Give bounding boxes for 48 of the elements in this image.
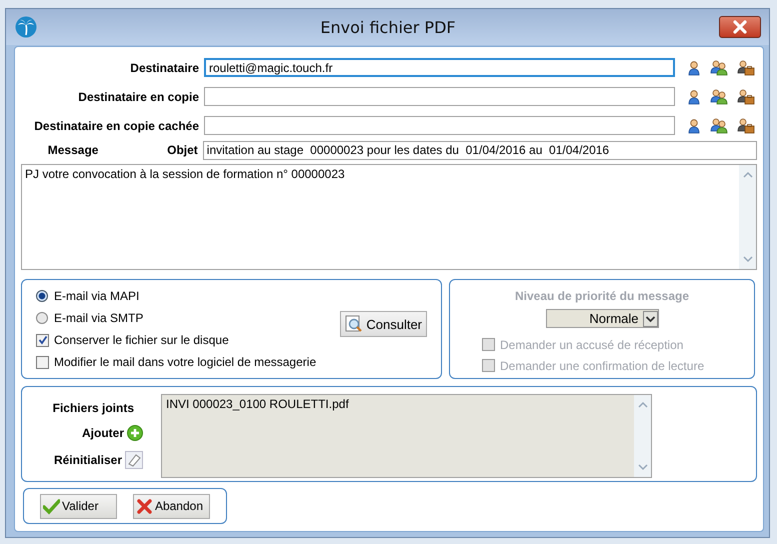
person-briefcase-icon[interactable] xyxy=(737,117,755,134)
person-icon[interactable] xyxy=(687,60,701,76)
person-icon[interactable] xyxy=(687,88,701,104)
message-body-field[interactable]: PJ votre convocation à la session de formation n° 00000023 xyxy=(21,164,757,270)
radio-label: E-mail via MAPI xyxy=(54,289,140,303)
radio-button[interactable] xyxy=(36,312,48,324)
field-label: Objet xyxy=(166,143,199,157)
field-label: Destinataire xyxy=(129,60,200,74)
cross-icon xyxy=(136,498,153,514)
person-icon[interactable] xyxy=(687,118,701,134)
person-briefcase-icon[interactable] xyxy=(737,88,755,105)
checkbox-label: Modifier le mail dans votre logiciel de messagerie xyxy=(54,355,316,369)
recipient-field[interactable] xyxy=(204,87,675,106)
people-icon[interactable] xyxy=(710,59,728,76)
people-icon[interactable] xyxy=(710,117,728,134)
cancel-button[interactable]: Abandon xyxy=(133,494,210,518)
attachments-label: Fichiers joints xyxy=(52,401,135,415)
recipient-field[interactable] xyxy=(204,116,675,135)
add-icon[interactable] xyxy=(127,425,143,441)
close-icon xyxy=(732,20,748,34)
checkmark-icon xyxy=(43,498,60,514)
validate-button[interactable]: Valider xyxy=(40,494,117,518)
checkbox[interactable] xyxy=(36,356,49,368)
checkmark-icon xyxy=(38,335,48,345)
reset-label: Réinitialiser xyxy=(54,453,123,467)
people-icon[interactable] xyxy=(710,88,728,105)
close-button[interactable] xyxy=(719,16,761,38)
checkbox[interactable] xyxy=(36,334,49,346)
eraser-icon[interactable] xyxy=(125,451,143,469)
recipient-field[interactable]: rouletti@magic.touch.fr xyxy=(204,58,675,77)
field-label: Destinataire en copie xyxy=(77,90,200,104)
subject-field[interactable]: invitation au stage 00000023 pour les dates du 01/04/2016 au 01/04/2016 xyxy=(202,140,757,160)
checkbox-label: Conserver le fichier sur le disque xyxy=(54,333,229,347)
checkbox-label: Demander une confirmation de lecture xyxy=(500,358,704,372)
palm-tree-icon xyxy=(15,16,37,38)
message-label: Message xyxy=(46,143,98,157)
checkbox-label: Demander un accusé de réception xyxy=(500,338,684,352)
priority-title: Niveau de priorité du message xyxy=(514,289,690,303)
radio-button[interactable] xyxy=(36,290,48,302)
field-label: Destinataire en copie cachée xyxy=(33,118,200,132)
window-title: Envoi fichier PDF xyxy=(319,18,457,36)
radio-label: E-mail via SMTP xyxy=(54,311,144,325)
message-text: PJ votre convocation à la session de formation n° 00000023 xyxy=(24,166,346,183)
consult-button[interactable]: Consulter xyxy=(340,311,427,337)
file-item[interactable]: INVI 000023_0100 ROULETTI.pdf xyxy=(166,397,630,411)
person-briefcase-icon[interactable] xyxy=(737,59,755,76)
add-label: Ajouter xyxy=(82,426,125,440)
magnifier-icon xyxy=(345,315,364,333)
